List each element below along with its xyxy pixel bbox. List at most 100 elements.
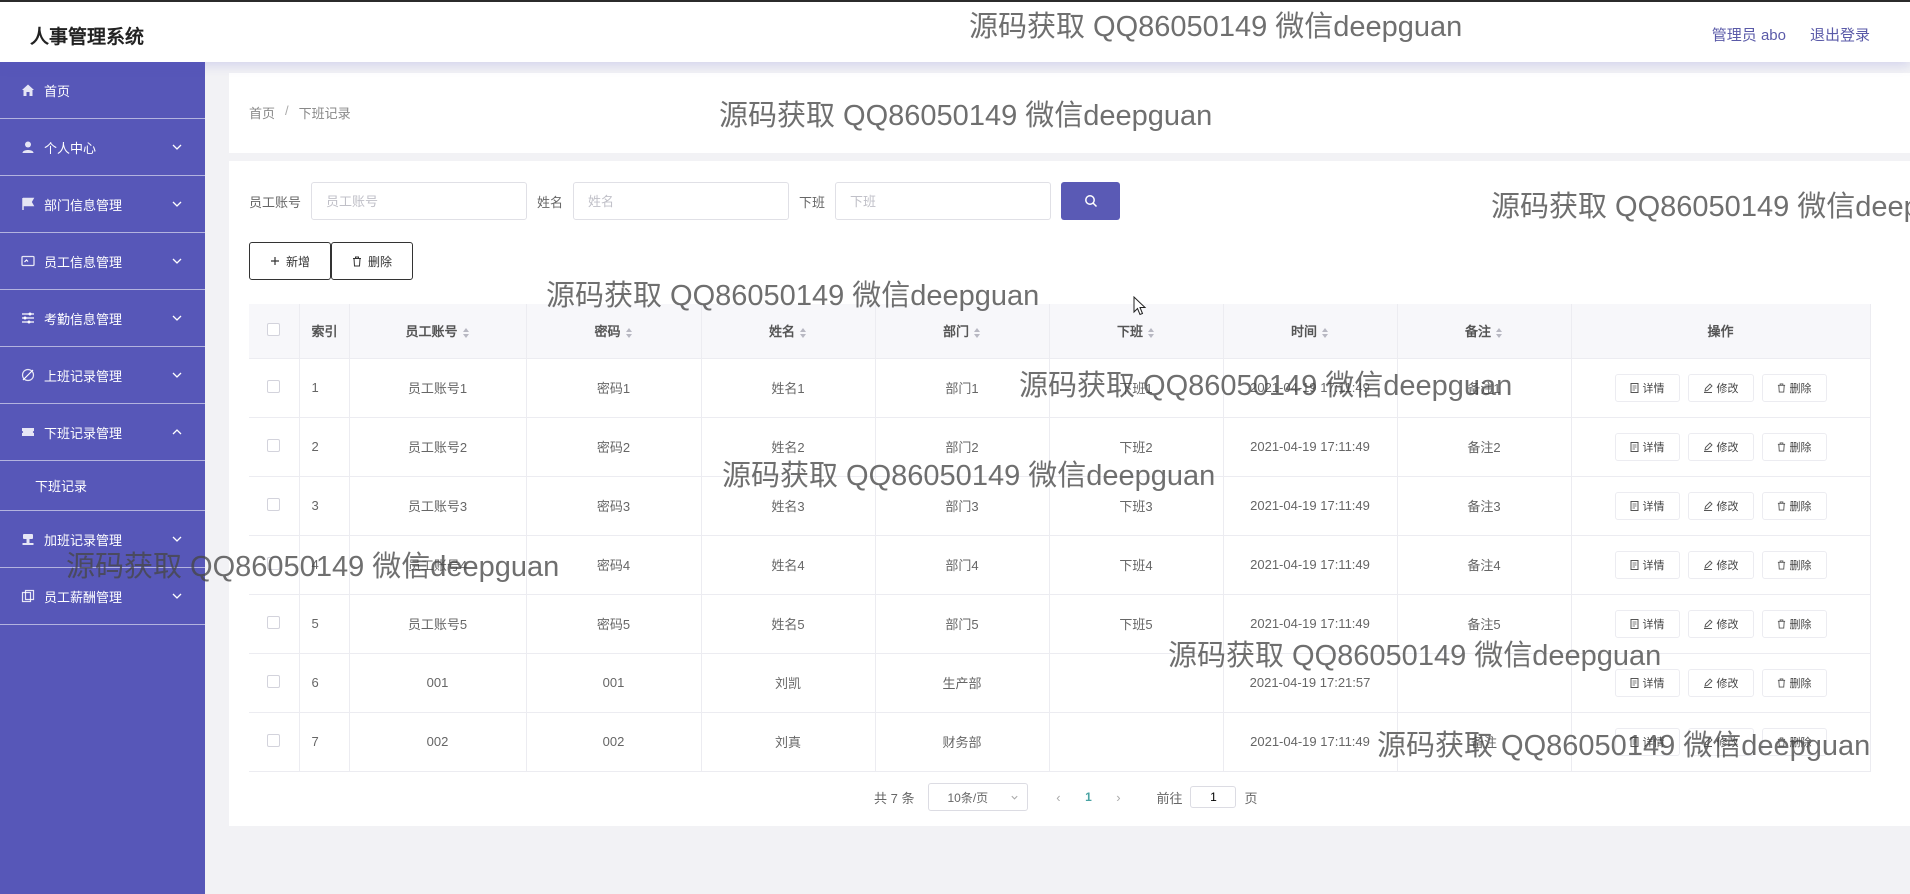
offwork-input[interactable] (835, 182, 1052, 220)
delete-button[interactable]: 删除 (331, 242, 414, 280)
cell-account: 员工账号4 (349, 535, 527, 595)
select-all-cell[interactable] (249, 304, 300, 359)
edit-button[interactable]: 修改 (1687, 609, 1754, 638)
cell-password: 002 (526, 712, 702, 772)
row-select-cell[interactable] (249, 594, 300, 654)
cell-name: 姓名1 (701, 358, 876, 418)
header-time[interactable]: 时间 (1223, 304, 1398, 359)
chevron-down-icon (172, 315, 182, 321)
page-size-select[interactable]: 10条/页 (928, 783, 1029, 811)
cell-index: 2 (299, 417, 350, 477)
sidebar-item-offwork[interactable]: 下班记录管理 (0, 404, 205, 461)
header-remark[interactable]: 备注 (1397, 304, 1572, 359)
sort-icon[interactable] (1147, 327, 1155, 339)
current-page[interactable]: 1 (1068, 790, 1108, 804)
row-select-cell[interactable] (249, 358, 300, 418)
row-checkbox[interactable] (267, 497, 281, 511)
row-select-cell[interactable] (249, 712, 300, 772)
edit-button[interactable]: 修改 (1687, 550, 1754, 579)
sidebar-item-onwork[interactable]: 上班记录管理 (0, 347, 205, 404)
row-checkbox[interactable] (267, 438, 281, 452)
row-delete-button[interactable]: 删除 (1761, 491, 1827, 520)
header-name[interactable]: 姓名 (701, 304, 876, 359)
header-ops: 操作 (1571, 304, 1871, 359)
name-input[interactable] (573, 182, 790, 220)
header-account[interactable]: 员工账号 (349, 304, 527, 359)
sort-icon[interactable] (1495, 327, 1503, 339)
delete-label: 删除 (1789, 382, 1812, 395)
prev-page-button[interactable]: ‹ (1048, 790, 1068, 805)
row-select-cell[interactable] (249, 417, 300, 477)
sidebar-item-attendance[interactable]: 考勤信息管理 (0, 290, 205, 347)
current-user[interactable]: 管理员 abo (1712, 24, 1786, 45)
goto-suffix: 页 (1244, 790, 1258, 806)
row-checkbox[interactable] (267, 615, 281, 629)
edit-icon (1703, 500, 1713, 511)
sort-icon[interactable] (462, 327, 470, 339)
sort-icon[interactable] (625, 327, 633, 339)
row-delete-button[interactable]: 删除 (1761, 550, 1827, 579)
search-button[interactable] (1061, 182, 1121, 220)
document-icon (1630, 500, 1638, 511)
row-checkbox[interactable] (267, 733, 281, 747)
submenu-offwork-records[interactable]: 下班记录 (0, 461, 205, 511)
cell-time: 2021-04-19 17:11:49 (1223, 712, 1398, 772)
row-select-cell[interactable] (249, 653, 300, 713)
row-delete-button[interactable]: 删除 (1761, 668, 1827, 697)
row-checkbox[interactable] (267, 674, 281, 688)
detail-button[interactable]: 详情 (1614, 727, 1680, 756)
breadcrumb-home[interactable]: 首页 (249, 103, 275, 122)
sidebar-item-salary[interactable]: 员工薪酬管理 (0, 568, 205, 625)
header-remark-label: 备注 (1464, 324, 1491, 340)
edit-button[interactable]: 修改 (1687, 491, 1754, 520)
edit-button[interactable]: 修改 (1687, 727, 1754, 756)
sidebar-item-personal[interactable]: 个人中心 (0, 119, 205, 176)
row-delete-button[interactable]: 删除 (1761, 373, 1827, 402)
detail-button[interactable]: 详情 (1614, 609, 1680, 638)
delete-label: 删除 (1789, 441, 1812, 454)
sidebar-item-overtime[interactable]: 加班记录管理 (0, 511, 205, 568)
edit-button[interactable]: 修改 (1687, 668, 1754, 697)
sort-icon[interactable] (1321, 327, 1329, 339)
trash-icon (1777, 442, 1785, 451)
row-delete-button[interactable]: 删除 (1761, 609, 1827, 638)
chevron-down-icon (172, 201, 182, 207)
row-select-cell[interactable] (249, 476, 300, 536)
header-dept[interactable]: 部门 (875, 304, 1050, 359)
edit-button[interactable]: 修改 (1687, 432, 1754, 461)
row-delete-button[interactable]: 删除 (1761, 432, 1827, 461)
cell-remark: 备注1 (1397, 358, 1572, 418)
goto-page-input[interactable] (1190, 786, 1237, 808)
detail-button[interactable]: 详情 (1614, 432, 1680, 461)
sidebar-item-employee[interactable]: 员工信息管理 (0, 233, 205, 290)
sidebar-item-department[interactable]: 部门信息管理 (0, 176, 205, 233)
table-row: 1 员工账号1 密码1 姓名1 部门1 下班1 2021-04-19 17:11:49 备注1… (249, 358, 1871, 418)
cell-password: 密码1 (526, 358, 702, 418)
logout-button[interactable]: 退出登录 (1810, 24, 1870, 45)
sort-icon[interactable] (799, 327, 807, 339)
select-all-checkbox[interactable] (267, 322, 281, 336)
cell-remark: 备注5 (1397, 594, 1572, 654)
row-delete-button[interactable]: 删除 (1761, 727, 1827, 756)
edit-button[interactable]: 修改 (1687, 373, 1754, 402)
row-checkbox[interactable] (267, 556, 281, 570)
add-button-label: 新增 (286, 254, 311, 269)
row-checkbox[interactable] (267, 379, 281, 393)
account-input[interactable] (311, 182, 528, 220)
add-button[interactable]: 新增 (249, 242, 332, 280)
sort-icon[interactable] (973, 327, 981, 339)
sidebar-item-home[interactable]: 首页 (0, 62, 205, 119)
header-index: 索引 (299, 304, 350, 359)
detail-button[interactable]: 详情 (1614, 373, 1680, 402)
table-row: 2 员工账号2 密码2 姓名2 部门2 下班2 2021-04-19 17:11:49 备注2… (249, 417, 1871, 477)
detail-button[interactable]: 详情 (1614, 668, 1680, 697)
detail-button[interactable]: 详情 (1614, 550, 1680, 579)
cell-name: 姓名2 (701, 417, 876, 477)
header-password[interactable]: 密码 (526, 304, 702, 359)
top-bar: 人事管理系统 管理员 abo 退出登录 (0, 0, 1910, 62)
edit-label: 修改 (1716, 382, 1739, 395)
row-select-cell[interactable] (249, 535, 300, 595)
next-page-button[interactable]: › (1108, 790, 1128, 805)
cell-account: 002 (349, 712, 527, 772)
detail-button[interactable]: 详情 (1614, 491, 1680, 520)
